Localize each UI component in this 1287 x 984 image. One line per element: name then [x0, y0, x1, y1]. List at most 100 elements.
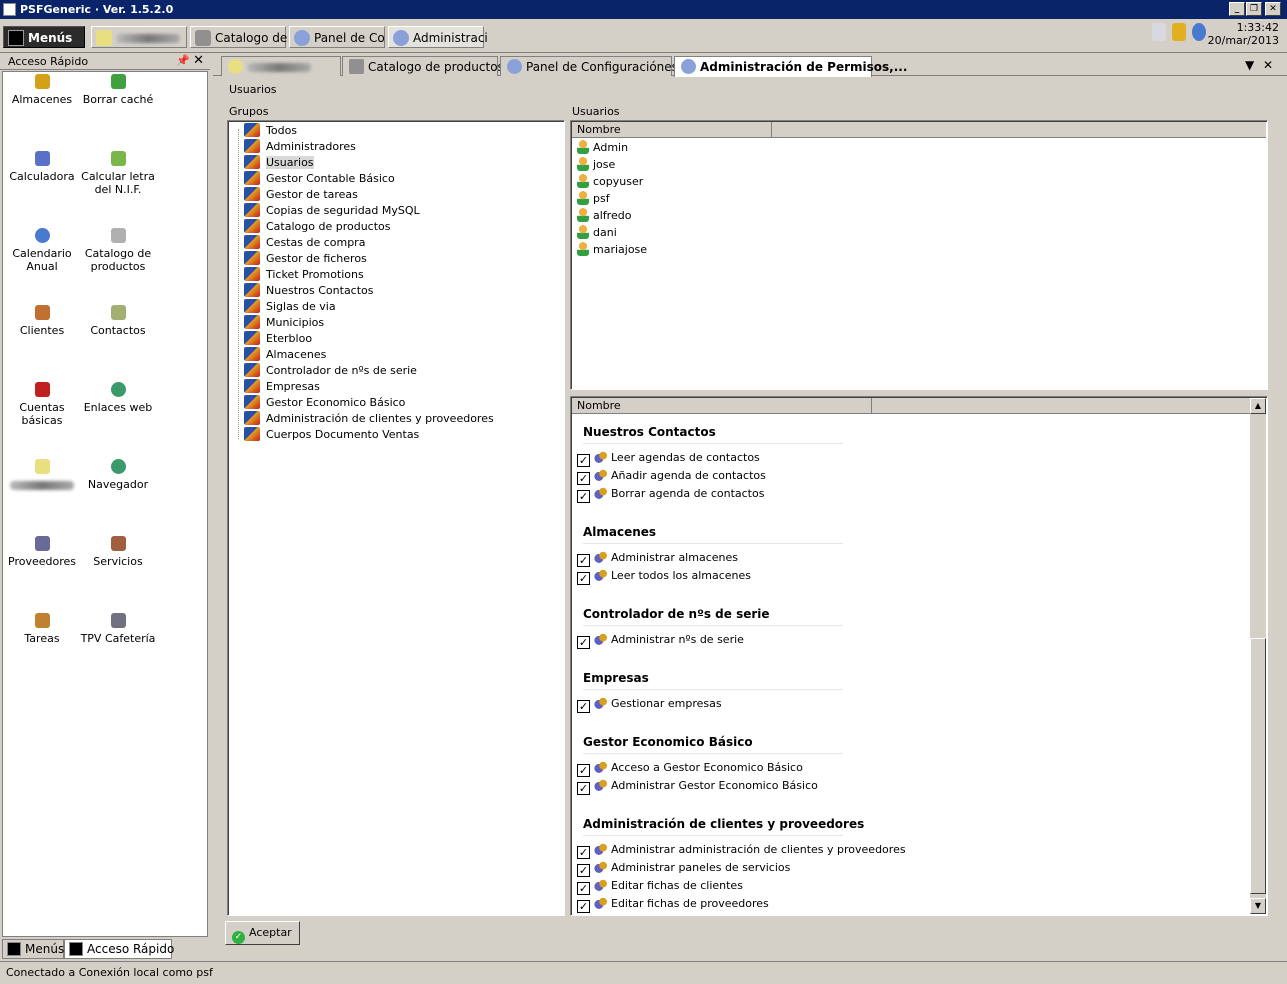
permission-label: Gestionar empresas: [611, 697, 722, 710]
user-row[interactable]: mariajose: [577, 242, 647, 259]
group-icon: [244, 315, 260, 329]
toolbar-button-blurred[interactable]: [91, 26, 187, 48]
group-icon: [244, 331, 260, 345]
permission-checkbox[interactable]: ✓: [577, 572, 590, 585]
quick-item-almacenes[interactable]: Almacenes: [3, 74, 81, 106]
permission-checkbox[interactable]: ✓: [577, 882, 590, 895]
permission-checkbox[interactable]: ✓: [577, 554, 590, 567]
group-tree-item[interactable]: Almacenes: [244, 347, 326, 363]
quick-item-calcular-nif[interactable]: Calcular letra del N.I.F.: [79, 151, 157, 196]
group-label: Todos: [266, 124, 298, 137]
group-tree-item[interactable]: Empresas: [244, 379, 320, 395]
quick-item-label: Clientes: [19, 324, 65, 337]
user-row[interactable]: jose: [577, 157, 615, 174]
users-col-nombre[interactable]: Nombre: [572, 122, 772, 138]
group-tree-item[interactable]: Cuerpos Documento Ventas: [244, 427, 419, 443]
group-tree-item[interactable]: Municipios: [244, 315, 324, 331]
group-tree-item[interactable]: Copias de seguridad MySQL: [244, 203, 420, 219]
quick-item-calendario[interactable]: Calendario Anual: [3, 228, 81, 273]
quick-item-tpv[interactable]: TPV Cafetería: [79, 613, 157, 645]
database-alert-icon[interactable]: [1172, 23, 1186, 41]
bottom-tab-quick-access[interactable]: Acceso Rápido: [64, 939, 174, 959]
quick-item-tareas[interactable]: Tareas: [3, 613, 81, 645]
scroll-up-icon[interactable]: ▲: [1250, 398, 1266, 414]
user-row[interactable]: Admin: [577, 140, 628, 157]
pin-icon[interactable]: 📌: [176, 54, 190, 67]
permission-key-icon: [594, 878, 608, 892]
user-icon: [577, 140, 589, 154]
doc-tab-catalogo[interactable]: Catalogo de productos: [342, 56, 504, 76]
toolbar-button-admin[interactable]: Administraci: [388, 26, 488, 48]
group-tree-item[interactable]: Catalogo de productos: [244, 219, 391, 235]
database-icon[interactable]: [1152, 23, 1166, 41]
permission-checkbox[interactable]: ✓: [577, 490, 590, 503]
quick-item-contactos[interactable]: Contactos: [79, 305, 157, 337]
close-button[interactable]: ✕: [1265, 2, 1281, 16]
group-label: Nuestros Contactos: [266, 284, 374, 297]
quick-item-proveedores[interactable]: Proveedores: [3, 536, 81, 568]
quick-item-servicios[interactable]: Servicios: [79, 536, 157, 568]
group-tree-item[interactable]: Gestor de ficheros: [244, 251, 367, 267]
quick-item-catalogo[interactable]: Catalogo de productos: [79, 228, 157, 273]
permission-checkbox[interactable]: ✓: [577, 636, 590, 649]
scroll-thumb[interactable]: [1250, 638, 1266, 894]
permission-checkbox[interactable]: ✓: [577, 700, 590, 713]
quick-item-clientes[interactable]: Clientes: [3, 305, 81, 337]
permissions-scrollbar[interactable]: ▲ ▼: [1250, 398, 1266, 914]
group-tree-item[interactable]: Administradores: [244, 139, 356, 155]
group-tree-item[interactable]: Cestas de compra: [244, 235, 365, 251]
permission-checkbox[interactable]: ✓: [577, 846, 590, 859]
user-row[interactable]: copyuser: [577, 174, 643, 191]
user-icon: [577, 157, 589, 171]
user-row[interactable]: dani: [577, 225, 617, 242]
doc-tab-blurred[interactable]: [221, 56, 341, 76]
toolbar-button-panel[interactable]: Panel de Co: [289, 26, 385, 48]
group-tree-item[interactable]: Gestor de tareas: [244, 187, 358, 203]
close-tab-icon[interactable]: ✕: [1263, 58, 1273, 72]
doc-tab-panel[interactable]: Panel de Configuraciónes: [500, 56, 678, 76]
user-row[interactable]: psf: [577, 191, 610, 208]
user-row[interactable]: alfredo: [577, 208, 631, 225]
group-separator: [583, 625, 843, 626]
permission-checkbox[interactable]: ✓: [577, 900, 590, 913]
scroll-down-icon[interactable]: ▼: [1250, 898, 1266, 914]
quick-item-label: Tareas: [24, 632, 60, 645]
group-tree-item[interactable]: Gestor Contable Básico: [244, 171, 395, 187]
bottom-tab-menus[interactable]: Menús: [2, 939, 64, 959]
minimize-button[interactable]: _: [1229, 2, 1245, 16]
catalog-icon: [349, 59, 364, 74]
group-tree-item[interactable]: Usuarios: [244, 155, 314, 171]
quick-item-borrar-cache[interactable]: Borrar caché: [79, 74, 157, 106]
user-icon: [577, 191, 589, 205]
group-tree-item[interactable]: Gestor Economico Básico: [244, 395, 405, 411]
group-tree-item[interactable]: Administración de clientes y proveedores: [244, 411, 494, 427]
quick-item-blurred[interactable]: [3, 459, 81, 491]
group-tree-item[interactable]: Siglas de via: [244, 299, 336, 315]
permission-key-icon: [594, 842, 608, 856]
close-icon[interactable]: ✕: [193, 53, 204, 68]
permission-checkbox[interactable]: ✓: [577, 472, 590, 485]
doc-tab-admin-permisos[interactable]: Administración de Permisos,...: [674, 56, 907, 77]
accept-button[interactable]: ✓ Aceptar: [225, 921, 300, 945]
quick-item-cuentas[interactable]: Cuentas básicas: [3, 382, 81, 427]
quick-item-calculadora[interactable]: Calculadora: [3, 151, 81, 183]
tab-list-icon[interactable]: ▼: [1245, 58, 1254, 72]
permission-checkbox[interactable]: ✓: [577, 782, 590, 795]
restore-button[interactable]: ❐: [1246, 2, 1262, 16]
group-tree-item[interactable]: Ticket Promotions: [244, 267, 364, 283]
perms-col-nombre[interactable]: Nombre: [572, 398, 872, 414]
quick-item-navegador[interactable]: Navegador: [79, 459, 157, 491]
quick-item-enlaces[interactable]: Enlaces web: [79, 382, 157, 414]
sync-icon[interactable]: [1192, 23, 1206, 41]
group-tree-item[interactable]: Controlador de nºs de serie: [244, 363, 417, 379]
group-tree-item[interactable]: Nuestros Contactos: [244, 283, 374, 299]
permission-key-icon: [594, 468, 608, 482]
permission-row: ✓ Añadir agenda de contactos: [577, 468, 766, 486]
group-tree-item[interactable]: Todos: [244, 123, 297, 139]
permission-checkbox[interactable]: ✓: [577, 454, 590, 467]
group-tree-item[interactable]: Eterbloo: [244, 331, 312, 347]
permission-checkbox[interactable]: ✓: [577, 764, 590, 777]
permission-checkbox[interactable]: ✓: [577, 864, 590, 877]
toolbar-button-catalogo[interactable]: Catalogo de: [190, 26, 287, 48]
menus-button[interactable]: Menús: [3, 26, 85, 48]
